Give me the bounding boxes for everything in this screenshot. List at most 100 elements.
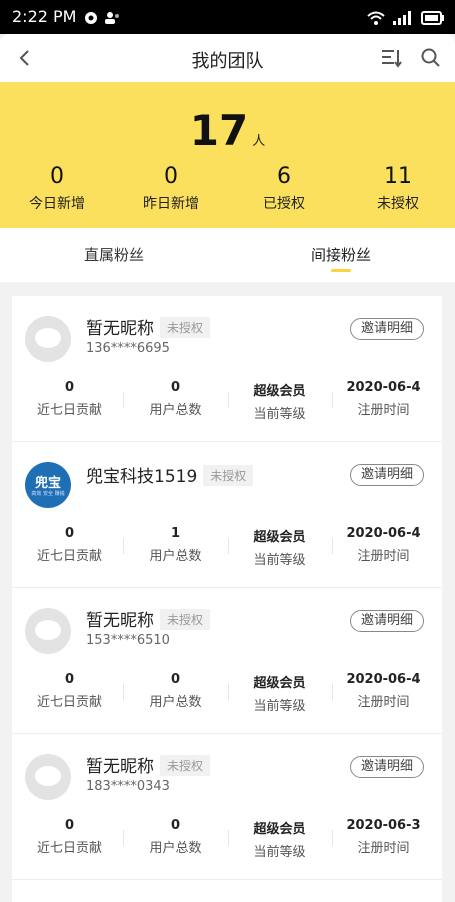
metric-value: 0 bbox=[170, 672, 181, 687]
battery-icon bbox=[421, 10, 445, 29]
member-name: 暂无昵称 bbox=[86, 757, 154, 777]
metric-label: 近七日贡献 bbox=[36, 403, 102, 418]
metric-label: 近七日贡献 bbox=[36, 841, 102, 856]
metric-value: 0 bbox=[64, 526, 75, 541]
member-phone: 136****6695 bbox=[86, 341, 170, 356]
member-list: 暂无昵称 未授权 136****6695 邀请明细 0 近七日贡献 0 用户总数 超级… bbox=[12, 296, 442, 902]
status-time: 2:22 PM bbox=[12, 7, 77, 26]
signal-icon bbox=[393, 10, 413, 29]
team-total-unit: 人 bbox=[252, 134, 266, 149]
metric-value: 0 bbox=[64, 818, 75, 833]
member-card[interactable]: 兜宝 高效 安全 赚钱 兜宝科技1519 未授权 邀请明细 0 近七日贡献 1 用户总数… bbox=[12, 442, 442, 588]
metric-level: 超级会员 当前等级 bbox=[226, 380, 333, 422]
metric-level: 超级会员 当前等级 bbox=[226, 818, 333, 860]
member-card-partial[interactable] bbox=[12, 880, 442, 902]
member-name-row: 暂无昵称 未授权 bbox=[86, 752, 211, 777]
metric-contribution: 0 近七日贡献 bbox=[16, 526, 123, 564]
auth-status-badge: 未授权 bbox=[160, 609, 211, 630]
stat-value: 6 bbox=[277, 164, 291, 189]
member-phone: 153****6510 bbox=[86, 633, 170, 648]
stat-label: 今日新增 bbox=[29, 196, 85, 212]
metric-label: 近七日贡献 bbox=[36, 695, 102, 710]
metric-label: 注册时间 bbox=[357, 403, 410, 418]
member-name-row: 暂无昵称 未授权 bbox=[86, 606, 211, 631]
wifi-icon bbox=[367, 10, 385, 29]
stat-value: 0 bbox=[164, 164, 178, 189]
sort-icon[interactable] bbox=[380, 47, 404, 69]
active-tab-indicator bbox=[331, 269, 351, 272]
member-name: 暂无昵称 bbox=[86, 319, 154, 339]
metric-label: 当前等级 bbox=[253, 845, 306, 860]
metric-value: 2020-06-4 bbox=[346, 380, 421, 395]
stat-label: 已授权 bbox=[263, 196, 305, 212]
metric-contribution: 0 近七日贡献 bbox=[16, 380, 123, 418]
invite-detail-button[interactable]: 邀请明细 bbox=[350, 318, 424, 340]
metric-register-date: 2020-06-3 注册时间 bbox=[330, 818, 437, 856]
metric-users: 0 用户总数 bbox=[122, 818, 229, 856]
stat-yesterday-new: 0 昨日新增 bbox=[114, 164, 228, 213]
member-card[interactable]: 暂无昵称 未授权 136****6695 邀请明细 0 近七日贡献 0 用户总数 超级… bbox=[12, 296, 442, 442]
member-phone: 183****0343 bbox=[86, 779, 170, 794]
metric-value: 2020-06-4 bbox=[346, 526, 421, 541]
metric-register-date: 2020-06-4 注册时间 bbox=[330, 380, 437, 418]
default-avatar-icon bbox=[25, 608, 71, 654]
metric-label: 用户总数 bbox=[149, 403, 202, 418]
stat-label: 昨日新增 bbox=[143, 196, 199, 212]
metric-value: 超级会员 bbox=[253, 822, 306, 837]
status-bar: 2:22 PM bbox=[0, 0, 455, 34]
default-avatar-icon bbox=[25, 754, 71, 800]
stat-today-new: 0 今日新增 bbox=[0, 164, 114, 213]
team-total-count: 17 bbox=[189, 106, 249, 155]
metric-value: 2020-06-3 bbox=[346, 818, 421, 833]
nav-bar: 我的团队 bbox=[0, 34, 455, 82]
tab-direct-fans[interactable]: 直属粉丝 bbox=[84, 244, 144, 265]
metric-value: 1 bbox=[170, 526, 181, 541]
metric-value: 超级会员 bbox=[253, 384, 306, 399]
metric-value: 超级会员 bbox=[253, 676, 306, 691]
metric-value: 0 bbox=[170, 818, 181, 833]
metric-contribution: 0 近七日贡献 bbox=[16, 672, 123, 710]
member-card[interactable]: 暂无昵称 未授权 183****0343 邀请明细 0 近七日贡献 0 用户总数 超级… bbox=[12, 734, 442, 880]
invite-detail-button[interactable]: 邀请明细 bbox=[350, 464, 424, 486]
member-card[interactable]: 暂无昵称 未授权 153****6510 邀请明细 0 近七日贡献 0 用户总数 超级… bbox=[12, 588, 442, 734]
metric-label: 注册时间 bbox=[357, 695, 410, 710]
default-avatar-icon bbox=[25, 316, 71, 362]
invite-detail-button[interactable]: 邀请明细 bbox=[350, 610, 424, 632]
member-name: 暂无昵称 bbox=[86, 611, 154, 631]
stat-authorized: 6 已授权 bbox=[227, 164, 341, 213]
metric-label: 当前等级 bbox=[253, 553, 306, 568]
stat-value: 11 bbox=[384, 164, 412, 189]
team-total: 17 人 bbox=[0, 106, 455, 155]
metric-contribution: 0 近七日贡献 bbox=[16, 818, 123, 856]
metric-label: 近七日贡献 bbox=[36, 549, 102, 564]
metric-label: 用户总数 bbox=[149, 549, 202, 564]
metric-label: 注册时间 bbox=[357, 549, 410, 564]
metric-users: 0 用户总数 bbox=[122, 380, 229, 418]
metric-level: 超级会员 当前等级 bbox=[226, 526, 333, 568]
search-icon[interactable] bbox=[420, 47, 444, 69]
member-name-row: 兜宝科技1519 未授权 bbox=[86, 462, 254, 487]
member-name-row: 暂无昵称 未授权 bbox=[86, 314, 211, 339]
stat-value: 0 bbox=[50, 164, 64, 189]
metric-value: 0 bbox=[170, 380, 181, 395]
auth-status-badge: 未授权 bbox=[203, 465, 254, 486]
tab-indirect-fans[interactable]: 间接粉丝 bbox=[311, 244, 371, 265]
metric-label: 当前等级 bbox=[253, 699, 306, 714]
brand-avatar-icon: 兜宝 高效 安全 赚钱 bbox=[25, 462, 71, 508]
metric-users: 0 用户总数 bbox=[122, 672, 229, 710]
member-name: 兜宝科技1519 bbox=[86, 467, 198, 487]
auth-status-badge: 未授权 bbox=[160, 317, 211, 338]
metric-level: 超级会员 当前等级 bbox=[226, 672, 333, 714]
fans-tabs: 直属粉丝 间接粉丝 bbox=[0, 228, 455, 282]
sync-icon bbox=[84, 10, 98, 29]
stat-unauthorized: 11 未授权 bbox=[341, 164, 455, 213]
metric-label: 当前等级 bbox=[253, 407, 306, 422]
metric-label: 注册时间 bbox=[357, 841, 410, 856]
invite-detail-button[interactable]: 邀请明细 bbox=[350, 756, 424, 778]
auth-status-badge: 未授权 bbox=[160, 755, 211, 776]
contact-icon bbox=[104, 10, 120, 29]
stat-label: 未授权 bbox=[377, 196, 419, 212]
team-summary: 17 人 0 今日新增 0 昨日新增 6 已授权 11 未授权 bbox=[0, 82, 455, 228]
metric-value: 0 bbox=[64, 380, 75, 395]
metric-label: 用户总数 bbox=[149, 695, 202, 710]
